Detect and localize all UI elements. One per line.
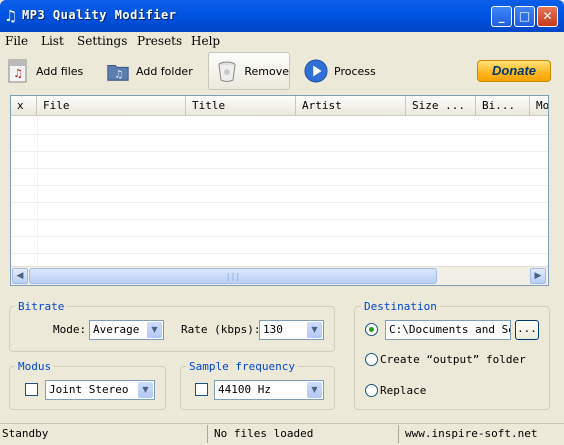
column-header-size[interactable]: Size ... — [406, 96, 476, 116]
close-icon: ✕ — [542, 9, 553, 23]
list-row-line — [11, 236, 548, 237]
menu-settings[interactable]: Settings — [77, 34, 127, 48]
svg-text:♫: ♫ — [13, 67, 23, 80]
rate-select[interactable]: 130 ▼ — [259, 320, 324, 340]
list-header: x File Title Artist Size ... Bi... Mo — [11, 96, 548, 116]
music-folder-icon: ♫ — [106, 59, 130, 83]
music-note-icon[interactable]: ♫ — [4, 7, 20, 25]
file-list[interactable]: x File Title Artist Size ... Bi... Mo ◀ … — [10, 95, 549, 286]
sample-frequency-value: 44100 Hz — [218, 383, 271, 396]
bitrate-legend: Bitrate — [15, 300, 68, 313]
svg-text:♫: ♫ — [114, 69, 123, 80]
destination-path-input[interactable]: C:\Documents and Set — [385, 320, 511, 340]
horizontal-scrollbar[interactable]: ◀ ||| ▶ — [11, 266, 548, 285]
list-row-line — [11, 134, 548, 135]
process-button[interactable]: Process — [304, 52, 376, 90]
mp3-file-icon: ♫ — [6, 59, 30, 83]
close-button[interactable]: ✕ — [537, 6, 558, 27]
chevron-down-icon[interactable]: ▼ — [147, 322, 162, 338]
list-row-line — [11, 168, 548, 169]
destination-path-radio[interactable] — [365, 323, 378, 336]
add-folder-label: Add folder — [136, 64, 193, 78]
chevron-down-icon[interactable]: ▼ — [138, 382, 153, 398]
create-output-folder-radio[interactable] — [365, 353, 378, 366]
add-files-button[interactable]: ♫ Add files — [6, 52, 83, 90]
play-icon — [304, 59, 328, 83]
column-header-mode[interactable]: Mo — [530, 96, 548, 116]
remove-button[interactable]: Remove — [208, 52, 290, 90]
menu-file[interactable]: File — [5, 34, 28, 48]
column-header-file[interactable]: File — [37, 96, 186, 116]
list-row-line — [11, 151, 548, 152]
maximize-button[interactable]: □ — [514, 6, 535, 27]
window-title: MP3 Quality Modifier — [22, 8, 177, 22]
mode-select[interactable]: Average ▼ — [89, 320, 164, 340]
destination-legend: Destination — [361, 300, 440, 313]
replace-label[interactable]: Replace — [380, 384, 426, 397]
status-divider — [398, 425, 399, 443]
browse-button[interactable]: ... — [515, 320, 539, 340]
chevron-down-icon[interactable]: ▼ — [307, 382, 322, 398]
modus-value: Joint Stereo — [49, 383, 129, 396]
add-folder-button[interactable]: ♫ Add folder — [106, 52, 193, 90]
status-state: Standby — [2, 427, 49, 440]
status-files: No files loaded — [214, 427, 314, 440]
rate-label: Rate (kbps): — [181, 323, 261, 336]
add-files-label: Add files — [36, 64, 84, 78]
list-row-line — [11, 219, 548, 220]
status-website: www.inspire-soft.net — [405, 427, 538, 440]
list-row-line — [11, 185, 548, 186]
column-header-bitrate[interactable]: Bi... — [476, 96, 530, 116]
menu-presets[interactable]: Presets — [137, 34, 182, 48]
sample-frequency-select[interactable]: 44100 Hz ▼ — [214, 380, 324, 400]
column-header-artist[interactable]: Artist — [296, 96, 406, 116]
column-divider — [37, 117, 38, 266]
scroll-thumb[interactable]: ||| — [29, 268, 437, 284]
donate-button[interactable]: Donate — [477, 60, 551, 82]
process-label: Process — [334, 64, 376, 78]
chevron-down-icon[interactable]: ▼ — [307, 322, 322, 338]
list-row-line — [11, 253, 548, 254]
minimize-icon: _ — [498, 9, 505, 23]
scroll-left-icon[interactable]: ◀ — [12, 268, 28, 284]
status-divider — [207, 425, 208, 443]
column-header-remove[interactable]: x — [11, 96, 37, 116]
create-output-folder-label[interactable]: Create “output” folder — [380, 353, 526, 366]
rate-value: 130 — [263, 323, 283, 336]
scroll-right-icon[interactable]: ▶ — [530, 268, 546, 284]
minimize-button[interactable]: _ — [491, 6, 512, 27]
modus-legend: Modus — [15, 360, 55, 373]
replace-radio[interactable] — [365, 384, 378, 397]
sample-frequency-checkbox[interactable] — [195, 383, 208, 396]
mode-label: Mode: — [53, 323, 87, 336]
menu-help[interactable]: Help — [191, 34, 220, 48]
list-row-line — [11, 202, 548, 203]
maximize-icon: □ — [518, 9, 531, 23]
remove-label: Remove — [244, 64, 289, 78]
column-header-title[interactable]: Title — [186, 96, 296, 116]
modus-select[interactable]: Joint Stereo ▼ — [45, 380, 155, 400]
mode-value: Average — [93, 323, 140, 336]
sample-frequency-legend: Sample frequency — [186, 360, 298, 373]
menu-list[interactable]: List — [41, 34, 64, 48]
modus-checkbox[interactable] — [25, 383, 38, 396]
trash-icon — [215, 59, 238, 83]
